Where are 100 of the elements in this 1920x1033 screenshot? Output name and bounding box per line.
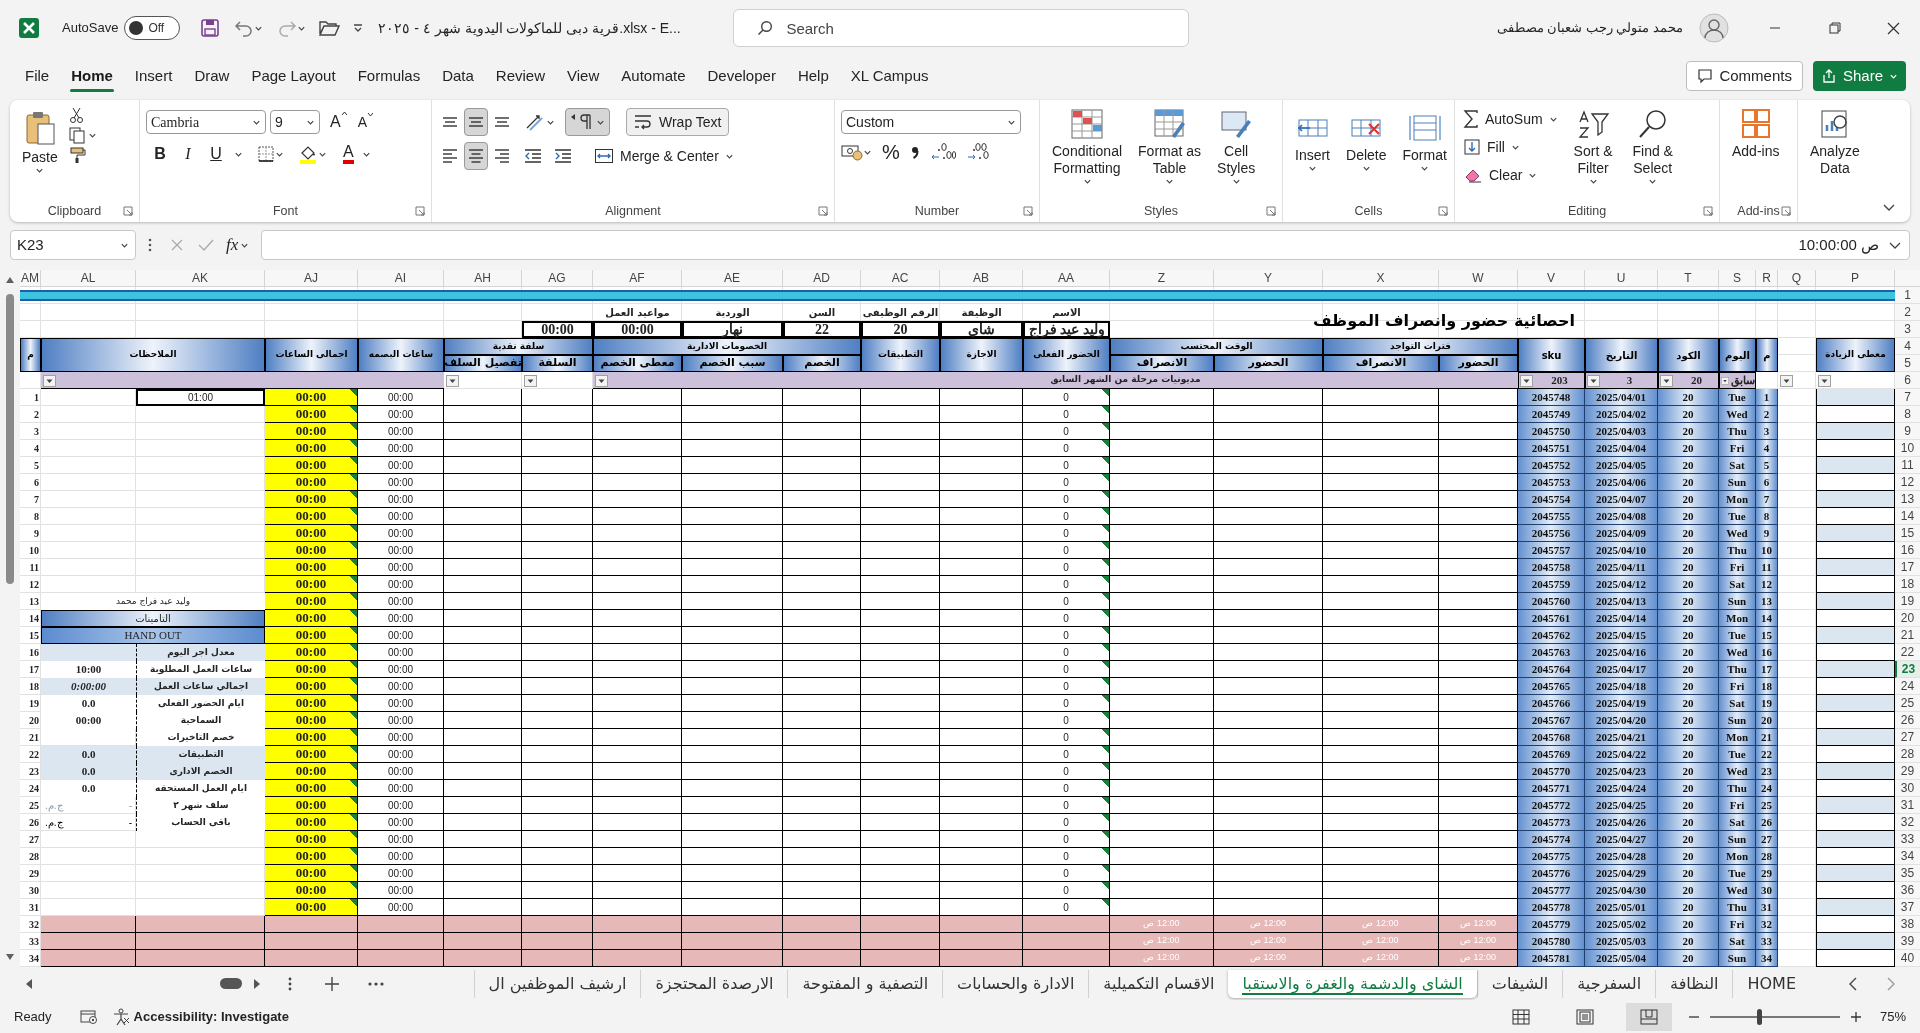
wrap-text-button[interactable]: Wrap Text bbox=[626, 108, 729, 136]
currency-format-icon[interactable] bbox=[841, 143, 863, 161]
increase-decimal-icon[interactable] bbox=[929, 142, 956, 162]
italic-button[interactable]: I bbox=[178, 142, 198, 166]
row-header[interactable]: 21 bbox=[1895, 627, 1920, 644]
dropdown-icon[interactable] bbox=[1721, 374, 1729, 387]
column-header[interactable]: AI bbox=[358, 270, 444, 287]
sheet-tab[interactable]: الاقسام التكميلية bbox=[1088, 969, 1229, 998]
row-header[interactable]: 32 bbox=[1895, 814, 1920, 831]
row-header[interactable]: 35 bbox=[1895, 865, 1920, 882]
sheet-tab[interactable]: الشاى والدشمة والغفرة والاستقبا bbox=[1228, 969, 1477, 998]
row-header[interactable]: 34 bbox=[1895, 848, 1920, 865]
expand-formula-icon[interactable] bbox=[1889, 240, 1901, 250]
right-to-left-button[interactable] bbox=[565, 108, 610, 136]
more-options-icon[interactable] bbox=[288, 975, 292, 992]
row-header[interactable]: 4 bbox=[1895, 338, 1920, 355]
row-header[interactable]: 15 bbox=[1895, 525, 1920, 542]
name-box[interactable]: K23 bbox=[10, 230, 136, 260]
increase-font-button[interactable]: A bbox=[330, 110, 348, 134]
row-header[interactable]: 23 bbox=[1895, 661, 1920, 678]
increase-indent-icon[interactable] bbox=[552, 146, 574, 166]
dialog-launcher-icon[interactable] bbox=[123, 206, 133, 216]
row-header[interactable]: 37 bbox=[1895, 899, 1920, 916]
column-header[interactable]: AG bbox=[522, 270, 593, 287]
row-header[interactable]: 30 bbox=[1895, 780, 1920, 797]
bold-button[interactable]: B bbox=[150, 142, 170, 166]
column-header[interactable]: AC bbox=[861, 270, 940, 287]
sheet-tab[interactable]: الادارة والحسابات bbox=[942, 969, 1089, 998]
row-header[interactable]: 29 bbox=[1895, 763, 1920, 780]
filter-cell[interactable]: 20 bbox=[1658, 372, 1719, 389]
column-header[interactable]: W bbox=[1439, 270, 1518, 287]
sheet-tab[interactable]: الارصدة المحتجزة bbox=[640, 969, 788, 998]
column-header[interactable]: AB bbox=[940, 270, 1023, 287]
fill-color-icon[interactable] bbox=[298, 144, 318, 164]
column-header[interactable]: AA bbox=[1023, 270, 1110, 287]
row-header[interactable]: 17 bbox=[1895, 559, 1920, 576]
row-header[interactable]: 39 bbox=[1895, 933, 1920, 950]
filter-cell[interactable]: 3 bbox=[1585, 372, 1658, 389]
column-header[interactable]: R bbox=[1756, 270, 1778, 287]
accessibility-button[interactable]: Accessibility: Investigate bbox=[111, 1006, 289, 1027]
dropdown-icon[interactable] bbox=[446, 374, 459, 387]
formula-input[interactable]: 10:00:00 ص bbox=[261, 230, 1910, 260]
dropdown-icon[interactable] bbox=[1587, 374, 1600, 387]
column-header[interactable]: Z bbox=[1110, 270, 1214, 287]
font-name-dropdown[interactable]: Cambria bbox=[146, 110, 266, 134]
row-header[interactable]: 1 bbox=[1895, 287, 1920, 304]
column-header[interactable]: Q bbox=[1778, 270, 1816, 287]
dropdown-icon[interactable] bbox=[1520, 374, 1533, 387]
underline-button[interactable]: U bbox=[206, 142, 226, 166]
scissors-icon[interactable] bbox=[67, 106, 86, 124]
column-header[interactable]: P bbox=[1816, 270, 1895, 287]
tab-scroll-thumb[interactable] bbox=[220, 978, 242, 989]
search-field[interactable]: Search bbox=[733, 9, 1190, 47]
column-header[interactable]: X bbox=[1323, 270, 1439, 287]
merge-center-button[interactable]: Merge & Center bbox=[590, 142, 738, 170]
dialog-launcher-icon[interactable] bbox=[1703, 206, 1713, 216]
previous-sheet-icon[interactable] bbox=[1848, 976, 1858, 991]
decrease-font-button[interactable]: A bbox=[357, 111, 374, 133]
menu-tab[interactable]: Help bbox=[786, 58, 840, 94]
row-header[interactable]: 8 bbox=[1895, 406, 1920, 423]
share-button[interactable]: Share bbox=[1812, 61, 1906, 91]
row-header[interactable]: 40 bbox=[1895, 950, 1920, 967]
row-header[interactable]: 16 bbox=[1895, 542, 1920, 559]
styles-button[interactable]: Conditional Formatting bbox=[1046, 106, 1129, 186]
menu-tab[interactable]: Draw bbox=[183, 58, 241, 94]
more-sheets-icon[interactable] bbox=[368, 981, 384, 986]
row-header[interactable]: 27 bbox=[1895, 729, 1920, 746]
next-sheet-icon[interactable] bbox=[1886, 976, 1896, 991]
add-sheet-icon[interactable] bbox=[324, 975, 340, 992]
slider-thumb[interactable] bbox=[1756, 1008, 1762, 1025]
column-header[interactable]: AL bbox=[41, 270, 136, 287]
row-header[interactable]: 14 bbox=[1895, 508, 1920, 525]
row-header[interactable]: 33 bbox=[1895, 831, 1920, 848]
column-header[interactable]: AE bbox=[682, 270, 783, 287]
column-header[interactable]: AF bbox=[593, 270, 682, 287]
row-header[interactable]: 13 bbox=[1895, 491, 1920, 508]
dropdown-icon[interactable] bbox=[1660, 374, 1673, 387]
decrease-decimal-icon[interactable] bbox=[965, 142, 992, 162]
number-format-dropdown[interactable]: Custom bbox=[841, 110, 1021, 134]
editing-button[interactable]: AutoSum bbox=[1461, 106, 1560, 132]
percent-style-button[interactable]: % bbox=[882, 142, 900, 162]
editing-button[interactable]: Clear bbox=[1461, 162, 1560, 188]
menu-tab[interactable]: Data bbox=[431, 58, 485, 94]
comments-button[interactable]: Comments bbox=[1686, 61, 1803, 91]
dropdown-icon[interactable] bbox=[524, 374, 537, 387]
editing-button[interactable]: Fill bbox=[1461, 134, 1560, 160]
row-header[interactable]: 7 bbox=[1895, 389, 1920, 406]
dropdown-icon[interactable] bbox=[1780, 374, 1793, 387]
close-icon[interactable] bbox=[1887, 21, 1900, 35]
row-header[interactable]: 18 bbox=[1895, 576, 1920, 593]
column-header[interactable]: Y bbox=[1214, 270, 1323, 287]
menu-tab[interactable]: XL Campus bbox=[839, 58, 940, 94]
text-orientation-icon[interactable] bbox=[524, 112, 546, 132]
column-header[interactable]: AH bbox=[444, 270, 522, 287]
menu-tab[interactable]: Developer bbox=[696, 58, 787, 94]
column-header[interactable]: AM bbox=[20, 270, 41, 287]
scroll-down-icon[interactable] bbox=[5, 953, 15, 961]
dialog-launcher-icon[interactable] bbox=[1438, 206, 1448, 216]
column-header[interactable]: U bbox=[1585, 270, 1658, 287]
folder-icon[interactable] bbox=[318, 19, 341, 37]
